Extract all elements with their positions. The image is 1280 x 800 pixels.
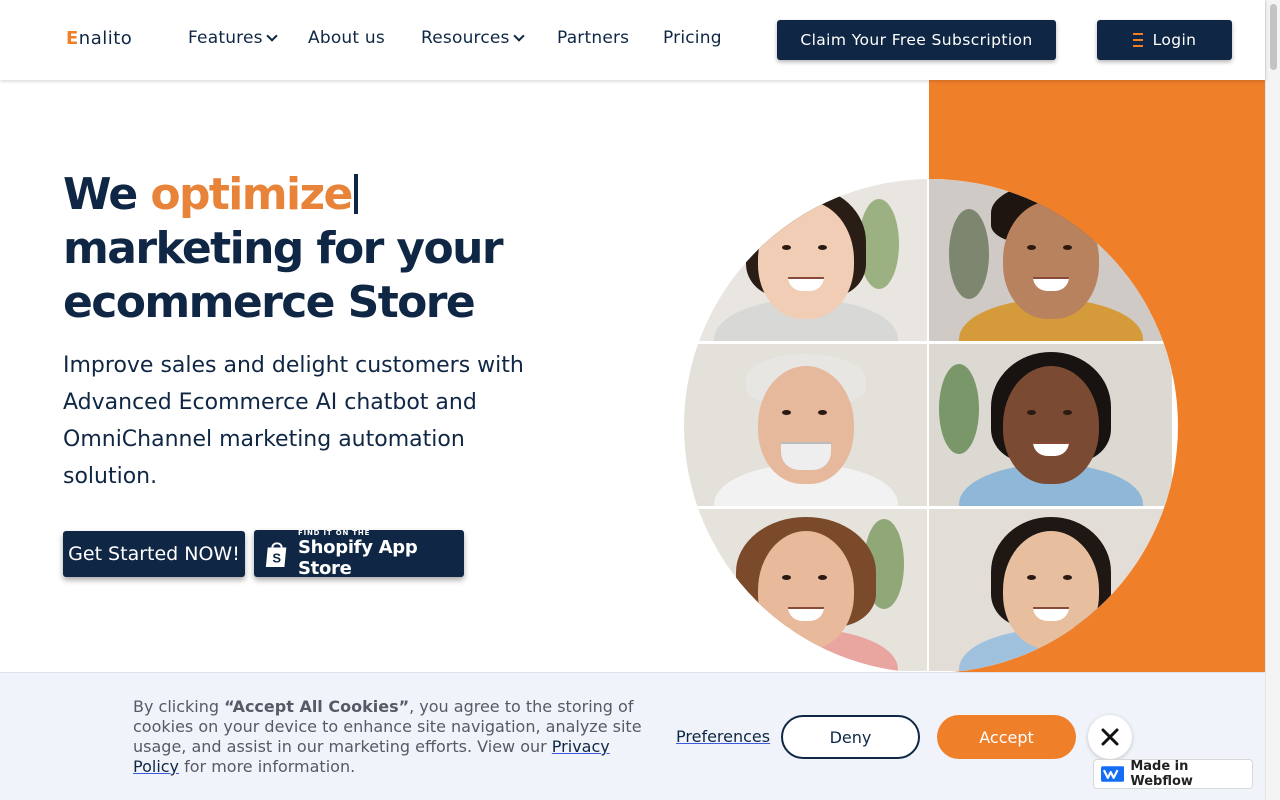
made-in-webflow-badge[interactable]: Made in Webflow <box>1093 759 1253 789</box>
logo[interactable]: Enalito <box>66 28 132 49</box>
nav-features-label: Features <box>188 28 263 48</box>
close-icon <box>1101 728 1119 746</box>
photo-man-1 <box>929 179 1172 341</box>
nav-partners[interactable]: Partners <box>557 28 629 48</box>
photo-woman-2 <box>929 344 1172 506</box>
logo-initial: E <box>66 28 79 49</box>
claim-subscription-label: Claim Your Free Subscription <box>800 31 1033 49</box>
cookie-text-bold: “Accept All Cookies” <box>224 697 410 716</box>
nav-partners-label: Partners <box>557 28 630 48</box>
page-scrollbar[interactable] <box>1265 0 1280 800</box>
cookie-accept-button[interactable]: Accept <box>937 715 1076 759</box>
login-button[interactable]: Login <box>1097 20 1232 60</box>
get-started-label: Get Started NOW! <box>68 543 240 565</box>
customer-photo-collage <box>684 179 1178 673</box>
hero-title-accent: optimize <box>150 169 353 220</box>
cookie-consent-banner: By clicking “Accept All Cookies”, you ag… <box>0 672 1265 800</box>
photo-man-2 <box>684 344 927 506</box>
menu-icon <box>1132 33 1143 47</box>
cookie-consent-text: By clicking “Accept All Cookies”, you ag… <box>133 697 653 777</box>
hero-title-line2: marketing for your <box>63 223 504 274</box>
photo-woman-3 <box>684 509 927 671</box>
top-navbar: Enalito Features About us Resources Part… <box>0 0 1265 80</box>
chevron-down-icon <box>266 30 278 42</box>
photo-woman-4 <box>929 509 1172 671</box>
cookie-deny-button[interactable]: Deny <box>781 715 920 759</box>
photo-woman-1 <box>684 179 927 341</box>
webflow-badge-label: Made in Webflow <box>1130 759 1193 789</box>
typing-cursor <box>353 174 358 214</box>
cookie-close-button[interactable] <box>1088 715 1132 759</box>
svg-text:S: S <box>272 550 281 565</box>
cookie-text-suffix: for more information. <box>179 757 356 776</box>
cookie-accept-label: Accept <box>979 727 1034 747</box>
shopify-app-store-button[interactable]: S FIND IT ON THE Shopify App Store <box>254 528 464 579</box>
shopify-small-label: FIND IT ON THE <box>297 528 371 537</box>
chevron-down-icon <box>512 30 525 42</box>
logo-text: nalito <box>78 28 133 49</box>
nav-pricing[interactable]: Pricing <box>663 28 722 48</box>
get-started-button[interactable]: Get Started NOW! <box>63 531 245 577</box>
shopify-big-label: Shopify App Store <box>297 536 418 579</box>
claim-subscription-button[interactable]: Claim Your Free Subscription <box>777 20 1056 60</box>
hero-title-line3: ecommerce Store <box>63 277 476 328</box>
hero-subtitle: Improve sales and delight customers with… <box>63 353 524 489</box>
cookie-deny-label: Deny <box>829 727 872 747</box>
cookie-preferences-link[interactable]: Preferences <box>676 727 770 746</box>
scrollbar-thumb[interactable] <box>1270 4 1277 70</box>
shopify-bag-icon: S <box>265 541 287 567</box>
nav-features[interactable]: Features <box>188 28 278 48</box>
nav-resources-label: Resources <box>421 28 510 48</box>
nav-about-us[interactable]: About us <box>308 28 385 48</box>
nav-resources[interactable]: Resources <box>421 28 525 48</box>
login-label: Login <box>1152 31 1197 49</box>
hero-title: We optimize marketing for your ecommerce… <box>63 168 623 330</box>
nav-pricing-label: Pricing <box>663 28 722 48</box>
cookie-text-prefix: By clicking <box>133 697 225 716</box>
webflow-icon <box>1101 766 1125 782</box>
nav-about-label: About us <box>308 28 385 48</box>
hero-title-we: We <box>63 169 138 220</box>
